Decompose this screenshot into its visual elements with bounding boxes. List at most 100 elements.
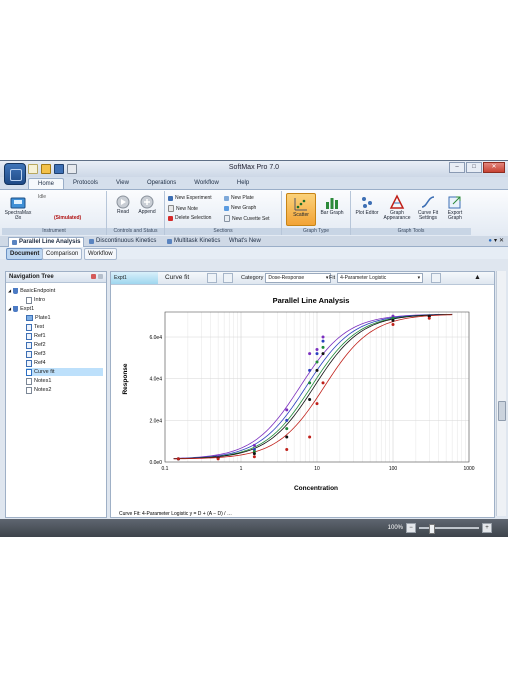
experiment-icon (168, 195, 173, 201)
fit-label: Fit (329, 275, 336, 281)
tree-item-notes2[interactable]: Notes2 (26, 386, 51, 394)
maximize-button[interactable]: □ (466, 162, 482, 173)
view-tab-document[interactable]: Document (6, 248, 44, 260)
read-button[interactable]: Read (113, 195, 133, 215)
data-point (216, 457, 220, 461)
delete-selection-button[interactable]: Delete Selection (168, 215, 211, 221)
graph-appearance-button[interactable]: Graph Appearance (383, 194, 411, 221)
delete-icon (168, 215, 173, 221)
zoom-slider[interactable] (419, 524, 479, 534)
expand-icon[interactable]: ◢ (8, 287, 11, 295)
append-label: Append (138, 209, 156, 215)
read-icon (116, 195, 130, 209)
tree-item-expt1[interactable]: ◢ Expt1 (8, 305, 34, 313)
pin-icon[interactable] (98, 274, 103, 279)
data-point (321, 352, 325, 356)
graph-settings-button[interactable] (207, 273, 217, 283)
minimize-button[interactable]: – (449, 162, 465, 173)
data-point (321, 381, 325, 385)
workspace-controls: ● ▾ ✕ (488, 237, 504, 245)
group-icon (26, 332, 32, 340)
document-scrollbar[interactable] (496, 271, 506, 516)
title-bar: SoftMax Pro 7.0 – □ ✕ (0, 161, 508, 177)
data-point (315, 348, 319, 351)
y-tick-label: 0.0e0 (149, 460, 162, 466)
expand-icon[interactable]: ◢ (8, 305, 11, 313)
view-tab-workflow[interactable]: Workflow (84, 248, 117, 260)
new-experiment-button[interactable]: New Experiment (168, 195, 212, 201)
section-name[interactable]: Curve fit (165, 272, 189, 284)
window-controls: – □ ✕ (449, 162, 505, 173)
plot-editor-button[interactable]: Plot Editor (355, 194, 379, 216)
tree-item-ref4[interactable]: Ref4 (26, 359, 46, 367)
doc-tab-discontinuous-kinetics[interactable]: Discontinuous Kinetics (86, 237, 159, 246)
tree-item-label: Ref4 (34, 360, 46, 366)
tree-item-plate1[interactable]: Plate1 (26, 314, 51, 322)
fit-curve (173, 313, 453, 459)
close-document-icon[interactable]: ✕ (499, 237, 504, 245)
bar-graph-button[interactable]: Bar Graph (320, 194, 344, 216)
data-point (321, 339, 325, 343)
navigation-pane: Navigation Tree ◢ BasicEndpoint Intro ◢ Expt… (5, 271, 107, 518)
chart-axes: 0.1 1 10 100 1000 0.0e0 2.0e4 4.0e4 6.0e4 (149, 311, 475, 472)
export-graph-button[interactable]: Export Graph (443, 194, 467, 221)
plate-icon (224, 195, 229, 201)
tree-item-ref3[interactable]: Ref3 (26, 350, 46, 358)
tree-item-label: Ref3 (34, 351, 46, 357)
group-label-controls: Controls and Status (107, 228, 164, 235)
scrollbar-thumb[interactable] (498, 401, 506, 421)
graph-export-button[interactable] (223, 273, 233, 283)
scatter-button[interactable]: Scatter (286, 193, 316, 226)
data-point (285, 448, 289, 451)
new-note-button[interactable]: New Note (168, 205, 198, 212)
experiment-icon (13, 306, 19, 312)
instrument-status: Idle (38, 194, 47, 200)
status-bar: 100% − + (0, 519, 508, 537)
delete-selection-label: Delete Selection (175, 215, 212, 221)
navigation-title: Navigation Tree (9, 274, 54, 280)
new-section-icon[interactable] (91, 274, 96, 279)
document-icon (167, 239, 172, 244)
ribbon-tab-bar: Home Protocols View Operations Workflow … (0, 177, 508, 190)
fit-settings-button[interactable] (431, 273, 441, 283)
category-label: Category (241, 275, 264, 281)
tree-item-basicendpoint[interactable]: ◢ BasicEndpoint (8, 287, 55, 295)
view-tab-comparison[interactable]: Comparison (42, 248, 83, 260)
append-icon (140, 195, 154, 209)
tree-item-notes1[interactable]: Notes1 (26, 377, 51, 385)
ribbon: SpectraMax i3x Idle (Simulated) Instrume… (0, 189, 508, 237)
zoom-slider-thumb[interactable] (429, 524, 435, 534)
application-menu-button[interactable] (4, 163, 26, 185)
graph-settings-icon (207, 273, 217, 283)
group-label-graph-type: Graph Type (282, 228, 350, 235)
curve-fit-settings-button[interactable]: Curve Fit Settings (415, 194, 441, 221)
tree-item-test[interactable]: Test (26, 323, 44, 331)
experiment-tag: Expt1 (111, 272, 158, 284)
doc-tab-whats-new[interactable]: What's New (226, 237, 264, 246)
category-select[interactable]: Dose-Response (265, 273, 332, 283)
dropdown-icon[interactable]: ▾ (494, 237, 497, 245)
tree-item-intro[interactable]: Intro (26, 296, 45, 304)
data-point (315, 402, 319, 406)
doc-tab-parallel-line-analysis[interactable]: Parallel Line Analysis (8, 237, 85, 247)
zoom-out-button[interactable]: − (406, 523, 416, 533)
new-plate-button[interactable]: New Plate (224, 195, 254, 201)
graph-appearance-icon (389, 194, 405, 209)
tree-item-ref2[interactable]: Ref2 (26, 341, 46, 349)
plot-editor-label: Plot Editor (355, 210, 379, 216)
plot-editor-icon (362, 197, 372, 208)
new-cuvette-set-button[interactable]: New Cuvette Set (224, 215, 270, 222)
zoom-in-button[interactable]: + (482, 523, 492, 533)
tree-item-curve-fit[interactable]: Curve fit (26, 368, 103, 376)
note-icon (168, 205, 174, 212)
close-button[interactable]: ✕ (483, 162, 505, 173)
fit-select[interactable]: 4-Parameter Logistic (337, 273, 424, 283)
help-icon[interactable]: ● (488, 237, 492, 245)
tree-item-ref1[interactable]: Ref1 (26, 332, 46, 340)
instrument-button[interactable]: SpectraMax i3x (4, 194, 32, 221)
fit-settings-icon (431, 273, 441, 283)
append-button[interactable]: Append (135, 195, 159, 215)
collapse-section-icon[interactable]: ▲ (474, 273, 481, 283)
doc-tab-multitask-kinetics[interactable]: Multitask Kinetics (164, 237, 223, 246)
new-graph-button[interactable]: New Graph (224, 205, 256, 211)
